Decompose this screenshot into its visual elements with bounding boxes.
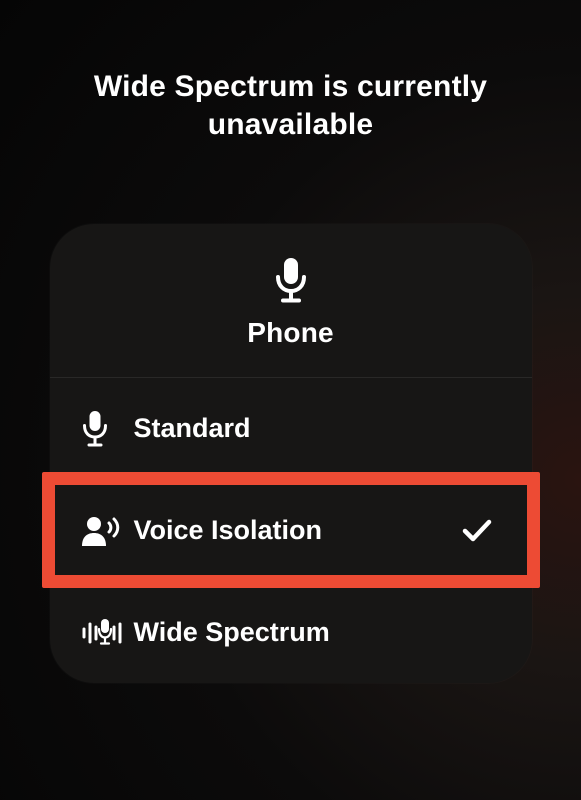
- option-label: Standard: [134, 413, 251, 444]
- microphone-icon: [274, 258, 308, 303]
- checkmark-icon: [462, 519, 492, 543]
- microphone-icon: [82, 411, 134, 447]
- option-standard[interactable]: Standard: [50, 377, 532, 479]
- option-wide-spectrum[interactable]: Wide Spectrum: [50, 581, 532, 683]
- option-label: Wide Spectrum: [134, 617, 330, 648]
- option-label: Voice Isolation: [134, 515, 323, 546]
- panel-header: Phone: [50, 224, 532, 377]
- person-wave-icon: [82, 515, 134, 547]
- option-voice-isolation[interactable]: Voice Isolation: [50, 479, 532, 581]
- panel-title: Phone: [247, 317, 334, 349]
- mic-mode-panel: Phone Standard Voice Isolation: [50, 224, 532, 683]
- status-message: Wide Spectrum is currently unavailable: [0, 68, 581, 145]
- waveform-mic-icon: [82, 617, 134, 649]
